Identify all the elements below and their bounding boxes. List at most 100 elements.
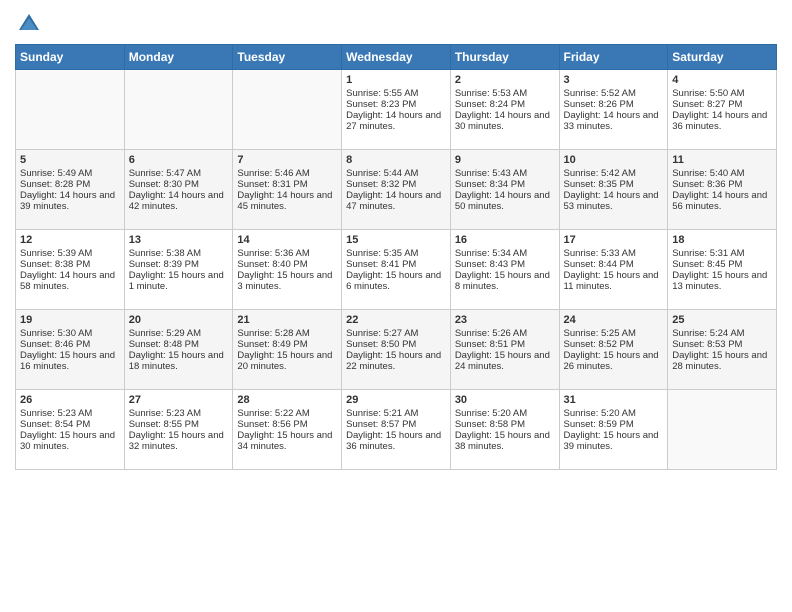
day-info: Sunset: 8:53 PM (672, 339, 772, 350)
calendar-cell: 17Sunrise: 5:33 AMSunset: 8:44 PMDayligh… (559, 230, 668, 310)
day-number: 30 (455, 394, 555, 406)
calendar-row: 12Sunrise: 5:39 AMSunset: 8:38 PMDayligh… (16, 230, 777, 310)
header-day: Monday (124, 45, 233, 70)
day-number: 12 (20, 234, 120, 246)
calendar-cell: 20Sunrise: 5:29 AMSunset: 8:48 PMDayligh… (124, 310, 233, 390)
header-day: Thursday (450, 45, 559, 70)
day-number: 14 (237, 234, 337, 246)
calendar-cell: 29Sunrise: 5:21 AMSunset: 8:57 PMDayligh… (342, 390, 451, 470)
calendar-cell: 6Sunrise: 5:47 AMSunset: 8:30 PMDaylight… (124, 150, 233, 230)
calendar-cell: 3Sunrise: 5:52 AMSunset: 8:26 PMDaylight… (559, 70, 668, 150)
day-info: Sunrise: 5:42 AM (564, 168, 664, 179)
day-info: Sunrise: 5:36 AM (237, 248, 337, 259)
day-number: 28 (237, 394, 337, 406)
day-info: Daylight: 14 hours and 36 minutes. (672, 110, 772, 132)
logo (15, 10, 47, 38)
day-info: Sunset: 8:43 PM (455, 259, 555, 270)
header-day: Tuesday (233, 45, 342, 70)
calendar-cell: 2Sunrise: 5:53 AMSunset: 8:24 PMDaylight… (450, 70, 559, 150)
day-info: Sunrise: 5:26 AM (455, 328, 555, 339)
day-number: 11 (672, 154, 772, 166)
day-info: Sunrise: 5:43 AM (455, 168, 555, 179)
day-info: Sunrise: 5:44 AM (346, 168, 446, 179)
day-info: Daylight: 15 hours and 6 minutes. (346, 270, 446, 292)
calendar-cell (124, 70, 233, 150)
day-info: Sunset: 8:38 PM (20, 259, 120, 270)
day-info: Daylight: 14 hours and 27 minutes. (346, 110, 446, 132)
day-info: Daylight: 15 hours and 16 minutes. (20, 350, 120, 372)
day-info: Sunset: 8:48 PM (129, 339, 229, 350)
day-info: Daylight: 14 hours and 56 minutes. (672, 190, 772, 212)
day-info: Daylight: 15 hours and 20 minutes. (237, 350, 337, 372)
day-info: Sunrise: 5:55 AM (346, 88, 446, 99)
day-info: Sunset: 8:23 PM (346, 99, 446, 110)
day-number: 23 (455, 314, 555, 326)
day-info: Sunrise: 5:30 AM (20, 328, 120, 339)
day-info: Sunrise: 5:47 AM (129, 168, 229, 179)
calendar-row: 5Sunrise: 5:49 AMSunset: 8:28 PMDaylight… (16, 150, 777, 230)
day-info: Sunset: 8:36 PM (672, 179, 772, 190)
day-info: Sunset: 8:49 PM (237, 339, 337, 350)
day-info: Sunrise: 5:31 AM (672, 248, 772, 259)
day-info: Daylight: 15 hours and 1 minute. (129, 270, 229, 292)
day-info: Daylight: 15 hours and 18 minutes. (129, 350, 229, 372)
calendar-cell: 10Sunrise: 5:42 AMSunset: 8:35 PMDayligh… (559, 150, 668, 230)
day-info: Sunset: 8:51 PM (455, 339, 555, 350)
day-info: Daylight: 14 hours and 53 minutes. (564, 190, 664, 212)
day-info: Sunset: 8:56 PM (237, 419, 337, 430)
calendar-cell: 23Sunrise: 5:26 AMSunset: 8:51 PMDayligh… (450, 310, 559, 390)
day-info: Daylight: 14 hours and 30 minutes. (455, 110, 555, 132)
day-info: Sunrise: 5:40 AM (672, 168, 772, 179)
day-number: 26 (20, 394, 120, 406)
calendar-row: 26Sunrise: 5:23 AMSunset: 8:54 PMDayligh… (16, 390, 777, 470)
calendar-header: SundayMondayTuesdayWednesdayThursdayFrid… (16, 45, 777, 70)
day-number: 3 (564, 74, 664, 86)
day-info: Daylight: 15 hours and 36 minutes. (346, 430, 446, 452)
day-number: 8 (346, 154, 446, 166)
day-number: 5 (20, 154, 120, 166)
day-info: Sunrise: 5:46 AM (237, 168, 337, 179)
day-info: Daylight: 15 hours and 30 minutes. (20, 430, 120, 452)
day-info: Sunset: 8:30 PM (129, 179, 229, 190)
day-number: 7 (237, 154, 337, 166)
calendar-cell: 21 Sunrise: 5:28 AMSunset: 8:49 PMDayligh… (233, 310, 342, 390)
day-info: Daylight: 15 hours and 28 minutes. (672, 350, 772, 372)
calendar-cell: 15Sunrise: 5:35 AMSunset: 8:41 PMDayligh… (342, 230, 451, 310)
day-info: Sunrise: 5:23 AM (129, 408, 229, 419)
calendar-cell: 9Sunrise: 5:43 AMSunset: 8:34 PMDaylight… (450, 150, 559, 230)
day-info: Daylight: 14 hours and 45 minutes. (237, 190, 337, 212)
day-info: Daylight: 14 hours and 50 minutes. (455, 190, 555, 212)
day-number: 10 (564, 154, 664, 166)
day-info: Sunrise: 5:25 AM (564, 328, 664, 339)
day-info: Daylight: 15 hours and 11 minutes. (564, 270, 664, 292)
calendar-cell (16, 70, 125, 150)
day-number: 13 (129, 234, 229, 246)
calendar-cell: 24Sunrise: 5:25 AMSunset: 8:52 PMDayligh… (559, 310, 668, 390)
calendar-cell: 31Sunrise: 5:20 AMSunset: 8:59 PMDayligh… (559, 390, 668, 470)
day-info: Daylight: 15 hours and 38 minutes. (455, 430, 555, 452)
day-info: Sunset: 8:52 PM (564, 339, 664, 350)
calendar-table: SundayMondayTuesdayWednesdayThursdayFrid… (15, 44, 777, 470)
day-number: 15 (346, 234, 446, 246)
day-info: Sunrise: 5:20 AM (564, 408, 664, 419)
header-day: Sunday (16, 45, 125, 70)
logo-icon (15, 10, 43, 38)
day-info: Sunrise: 5:35 AM (346, 248, 446, 259)
day-info: Sunset: 8:28 PM (20, 179, 120, 190)
page: SundayMondayTuesdayWednesdayThursdayFrid… (0, 0, 792, 612)
day-info: Daylight: 14 hours and 58 minutes. (20, 270, 120, 292)
day-info: Sunrise: 5:28 AM (237, 328, 337, 339)
day-info: Sunrise: 5:22 AM (237, 408, 337, 419)
day-info: Daylight: 15 hours and 13 minutes. (672, 270, 772, 292)
day-info: Sunset: 8:50 PM (346, 339, 446, 350)
calendar-cell: 30Sunrise: 5:20 AMSunset: 8:58 PMDayligh… (450, 390, 559, 470)
calendar-body: 1Sunrise: 5:55 AMSunset: 8:23 PMDaylight… (16, 70, 777, 470)
day-info: Sunrise: 5:24 AM (672, 328, 772, 339)
day-info: Sunset: 8:31 PM (237, 179, 337, 190)
day-number: 21 (237, 314, 337, 326)
day-info: Sunrise: 5:38 AM (129, 248, 229, 259)
day-info: Daylight: 14 hours and 42 minutes. (129, 190, 229, 212)
day-info: Sunset: 8:26 PM (564, 99, 664, 110)
day-info: Sunset: 8:40 PM (237, 259, 337, 270)
calendar-cell: 14Sunrise: 5:36 AMSunset: 8:40 PMDayligh… (233, 230, 342, 310)
